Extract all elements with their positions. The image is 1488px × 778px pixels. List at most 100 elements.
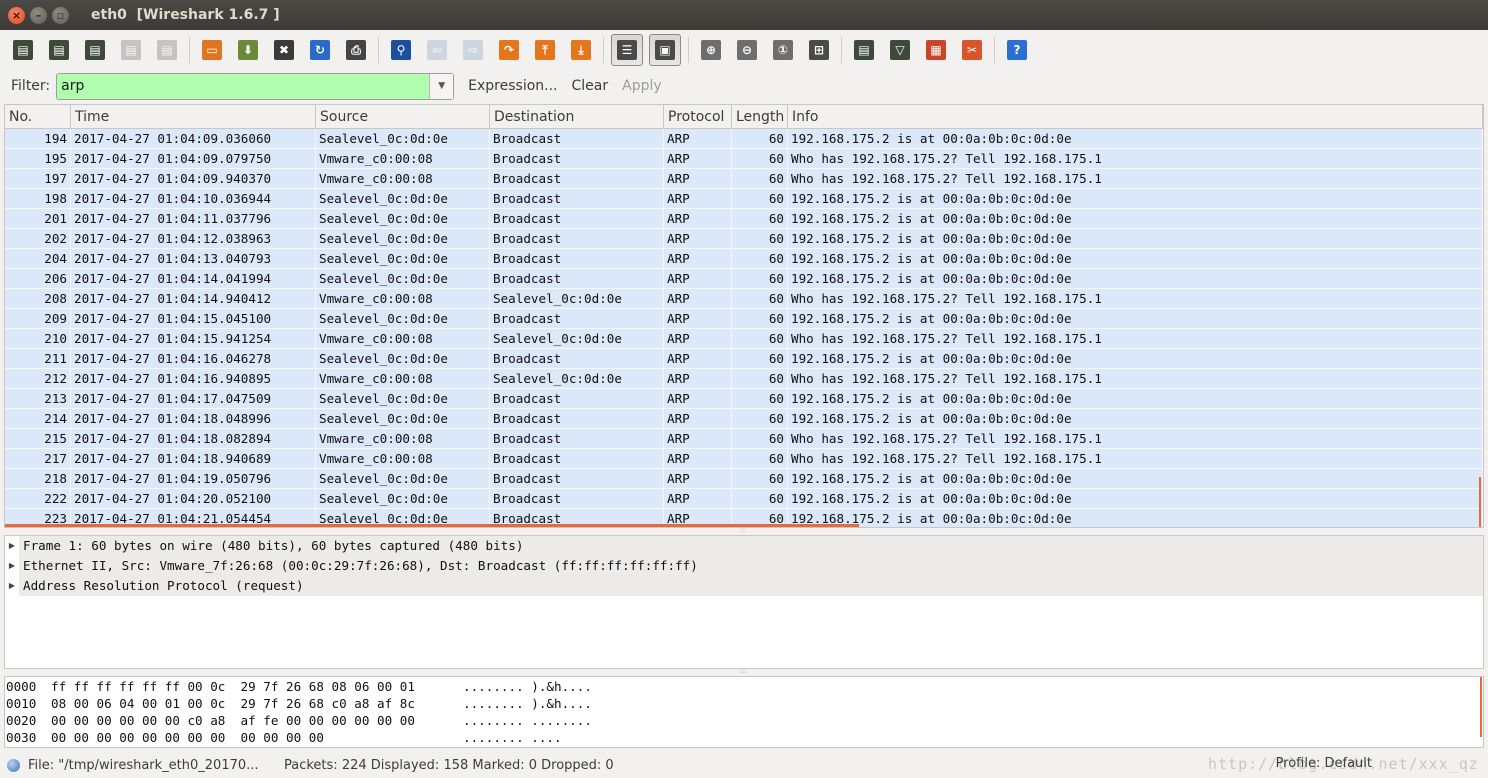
- packet-list-scrollbar[interactable]: [1479, 477, 1481, 527]
- table-row[interactable]: 197 2017-04-27 01:04:09.940370 Vmware_c0:0…: [5, 169, 1483, 189]
- expression-button[interactable]: Expression...: [468, 78, 557, 94]
- pane-splitter[interactable]: :::: [738, 528, 748, 534]
- packet-details-tree[interactable]: ▶ Frame 1: 60 bytes on wire (480 bits), 6…: [4, 535, 1484, 669]
- go-back-button[interactable]: ⇦: [422, 35, 452, 65]
- preferences-button[interactable]: ✂: [957, 35, 987, 65]
- table-row[interactable]: 215 2017-04-27 01:04:18.082894 Vmware_c0:0…: [5, 429, 1483, 449]
- open-file-button[interactable]: ▭: [197, 35, 227, 65]
- table-row[interactable]: 212 2017-04-27 01:04:16.940895 Vmware_c0:0…: [5, 369, 1483, 389]
- tree-item[interactable]: ▶ Address Resolution Protocol (request): [5, 575, 1483, 596]
- hex-row[interactable]: 0010 08 00 06 04 00 01 00 0c 29 7f 26 68 …: [5, 695, 1483, 712]
- expand-triangle-icon[interactable]: ▶: [5, 541, 19, 550]
- expert-info-icon[interactable]: [7, 758, 20, 772]
- cell-destination: Broadcast: [490, 189, 664, 209]
- go-to-packet-button[interactable]: ↷: [494, 35, 524, 65]
- table-row[interactable]: 213 2017-04-27 01:04:17.047509 Sealevel_0c…: [5, 389, 1483, 409]
- column-header-time[interactable]: Time: [71, 105, 316, 129]
- display-filters-button[interactable]: ▽: [885, 35, 915, 65]
- table-row[interactable]: 210 2017-04-27 01:04:15.941254 Vmware_c0:0…: [5, 329, 1483, 349]
- filter-combobox[interactable]: ▼: [56, 72, 455, 100]
- resize-columns-button[interactable]: ⊞: [804, 35, 834, 65]
- go-forward-button[interactable]: ⇨: [458, 35, 488, 65]
- zoom-out-button[interactable]: ⊖: [732, 35, 762, 65]
- tree-item[interactable]: ▶ Ethernet II, Src: Vmware_7f:26:68 (00:0…: [5, 555, 1483, 576]
- cell-destination: Broadcast: [490, 229, 664, 249]
- table-row[interactable]: 209 2017-04-27 01:04:15.045100 Sealevel_0c…: [5, 309, 1483, 329]
- cell-time: 2017-04-27 01:04:18.940689: [71, 449, 316, 469]
- bytes-pane-scrollbar[interactable]: [1480, 677, 1482, 737]
- column-header-destination[interactable]: Destination: [490, 105, 664, 129]
- stop-capture-button[interactable]: ▤: [116, 35, 146, 65]
- cell-source: Sealevel_0c:0d:0e: [316, 269, 490, 289]
- table-row[interactable]: 202 2017-04-27 01:04:12.038963 Sealevel_0c…: [5, 229, 1483, 249]
- hex-ascii: ........ ....: [463, 730, 562, 745]
- table-row[interactable]: 217 2017-04-27 01:04:18.940689 Vmware_c0:0…: [5, 449, 1483, 469]
- tree-item[interactable]: ▶ Frame 1: 60 bytes on wire (480 bits), 6…: [5, 535, 1483, 556]
- table-row[interactable]: 195 2017-04-27 01:04:09.079750 Vmware_c0:0…: [5, 149, 1483, 169]
- hex-row[interactable]: 0020 00 00 00 00 00 00 c0 a8 af fe 00 00 …: [5, 712, 1483, 729]
- table-row[interactable]: 208 2017-04-27 01:04:14.940412 Vmware_c0:0…: [5, 289, 1483, 309]
- table-row[interactable]: 198 2017-04-27 01:04:10.036944 Sealevel_0c…: [5, 189, 1483, 209]
- go-first-packet-button[interactable]: ⤒: [530, 35, 560, 65]
- cell-no: 211: [5, 349, 71, 369]
- cell-no: 198: [5, 189, 71, 209]
- cell-length: 60: [732, 149, 788, 169]
- hex-row[interactable]: 0000 ff ff ff ff ff ff 00 0c 29 7f 26 68 …: [5, 678, 1483, 695]
- expand-triangle-icon[interactable]: ▶: [5, 561, 19, 570]
- cell-no: 202: [5, 229, 71, 249]
- capture-filters-button[interactable]: ▤: [849, 35, 879, 65]
- coloring-rules-button[interactable]: ▦: [921, 35, 951, 65]
- capture-options-button[interactable]: ▤: [44, 35, 74, 65]
- filter-input[interactable]: [57, 77, 430, 95]
- save-file-button[interactable]: ⬇: [233, 35, 263, 65]
- table-row[interactable]: 222 2017-04-27 01:04:20.052100 Sealevel_0c…: [5, 489, 1483, 509]
- window-maximize-button[interactable]: ▫: [52, 6, 69, 24]
- zoom-in-button[interactable]: ⊕: [696, 35, 726, 65]
- table-row[interactable]: 201 2017-04-27 01:04:11.037796 Sealevel_0c…: [5, 209, 1483, 229]
- normal-size-button[interactable]: ①: [768, 35, 798, 65]
- table-row[interactable]: 218 2017-04-27 01:04:19.050796 Sealevel_0c…: [5, 469, 1483, 489]
- cell-info: 192.168.175.2 is at 00:0a:0b:0c:0d:0e: [788, 349, 1483, 369]
- column-header-info[interactable]: Info: [788, 105, 1483, 129]
- start-capture-button[interactable]: ▤: [80, 35, 110, 65]
- column-header-protocol[interactable]: Protocol: [664, 105, 732, 129]
- go-last-packet-button[interactable]: ⤓: [566, 35, 596, 65]
- table-row[interactable]: 206 2017-04-27 01:04:14.041994 Sealevel_0c…: [5, 269, 1483, 289]
- colorize-button[interactable]: ☰: [611, 34, 643, 66]
- table-row[interactable]: 214 2017-04-27 01:04:18.048996 Sealevel_0c…: [5, 409, 1483, 429]
- table-row[interactable]: 204 2017-04-27 01:04:13.040793 Sealevel_0c…: [5, 249, 1483, 269]
- find-packet-button[interactable]: ⚲: [386, 35, 416, 65]
- cell-no: 210: [5, 329, 71, 349]
- table-row[interactable]: 194 2017-04-27 01:04:09.036060 Sealevel_0c…: [5, 129, 1483, 149]
- pane-splitter[interactable]: :::: [738, 669, 748, 675]
- interface-list-button[interactable]: ▤: [8, 35, 38, 65]
- close-file-button[interactable]: ✖: [269, 35, 299, 65]
- expand-triangle-icon[interactable]: ▶: [5, 581, 19, 590]
- cell-source: Vmware_c0:00:08: [316, 169, 490, 189]
- cell-destination: Broadcast: [490, 169, 664, 189]
- help-button[interactable]: ?: [1002, 35, 1032, 65]
- auto-scroll-button[interactable]: ▣: [649, 34, 681, 66]
- column-header-length[interactable]: Length: [732, 105, 788, 129]
- cell-length: 60: [732, 429, 788, 449]
- clear-filter-button[interactable]: Clear: [572, 78, 609, 94]
- restart-capture-button[interactable]: ▤: [152, 35, 182, 65]
- print-button[interactable]: ⎙: [341, 35, 371, 65]
- status-profile[interactable]: Profile: Default: [1276, 756, 1372, 771]
- normal-size-icon: ①: [773, 40, 793, 60]
- packet-list-horizontal-scrollbar[interactable]: [5, 524, 859, 527]
- column-header-no[interactable]: No.: [5, 105, 71, 129]
- window-minimize-button[interactable]: –: [30, 6, 47, 24]
- window-close-button[interactable]: ×: [8, 6, 25, 24]
- hex-row[interactable]: 0030 00 00 00 00 00 00 00 00 00 00 00 00.…: [5, 729, 1483, 746]
- cell-no: 214: [5, 409, 71, 429]
- packet-bytes-pane[interactable]: 0000 ff ff ff ff ff ff 00 0c 29 7f 26 68 …: [4, 676, 1484, 748]
- cell-no: 195: [5, 149, 71, 169]
- apply-filter-button[interactable]: Apply: [622, 78, 662, 94]
- filter-dropdown-button[interactable]: ▼: [429, 73, 454, 99]
- table-row[interactable]: 211 2017-04-27 01:04:16.046278 Sealevel_0c…: [5, 349, 1483, 369]
- column-header-source[interactable]: Source: [316, 105, 490, 129]
- reload-button[interactable]: ↻: [305, 35, 335, 65]
- cell-protocol: ARP: [664, 489, 732, 509]
- packet-list[interactable]: No. Time Source Destination Protocol Length In…: [4, 104, 1484, 528]
